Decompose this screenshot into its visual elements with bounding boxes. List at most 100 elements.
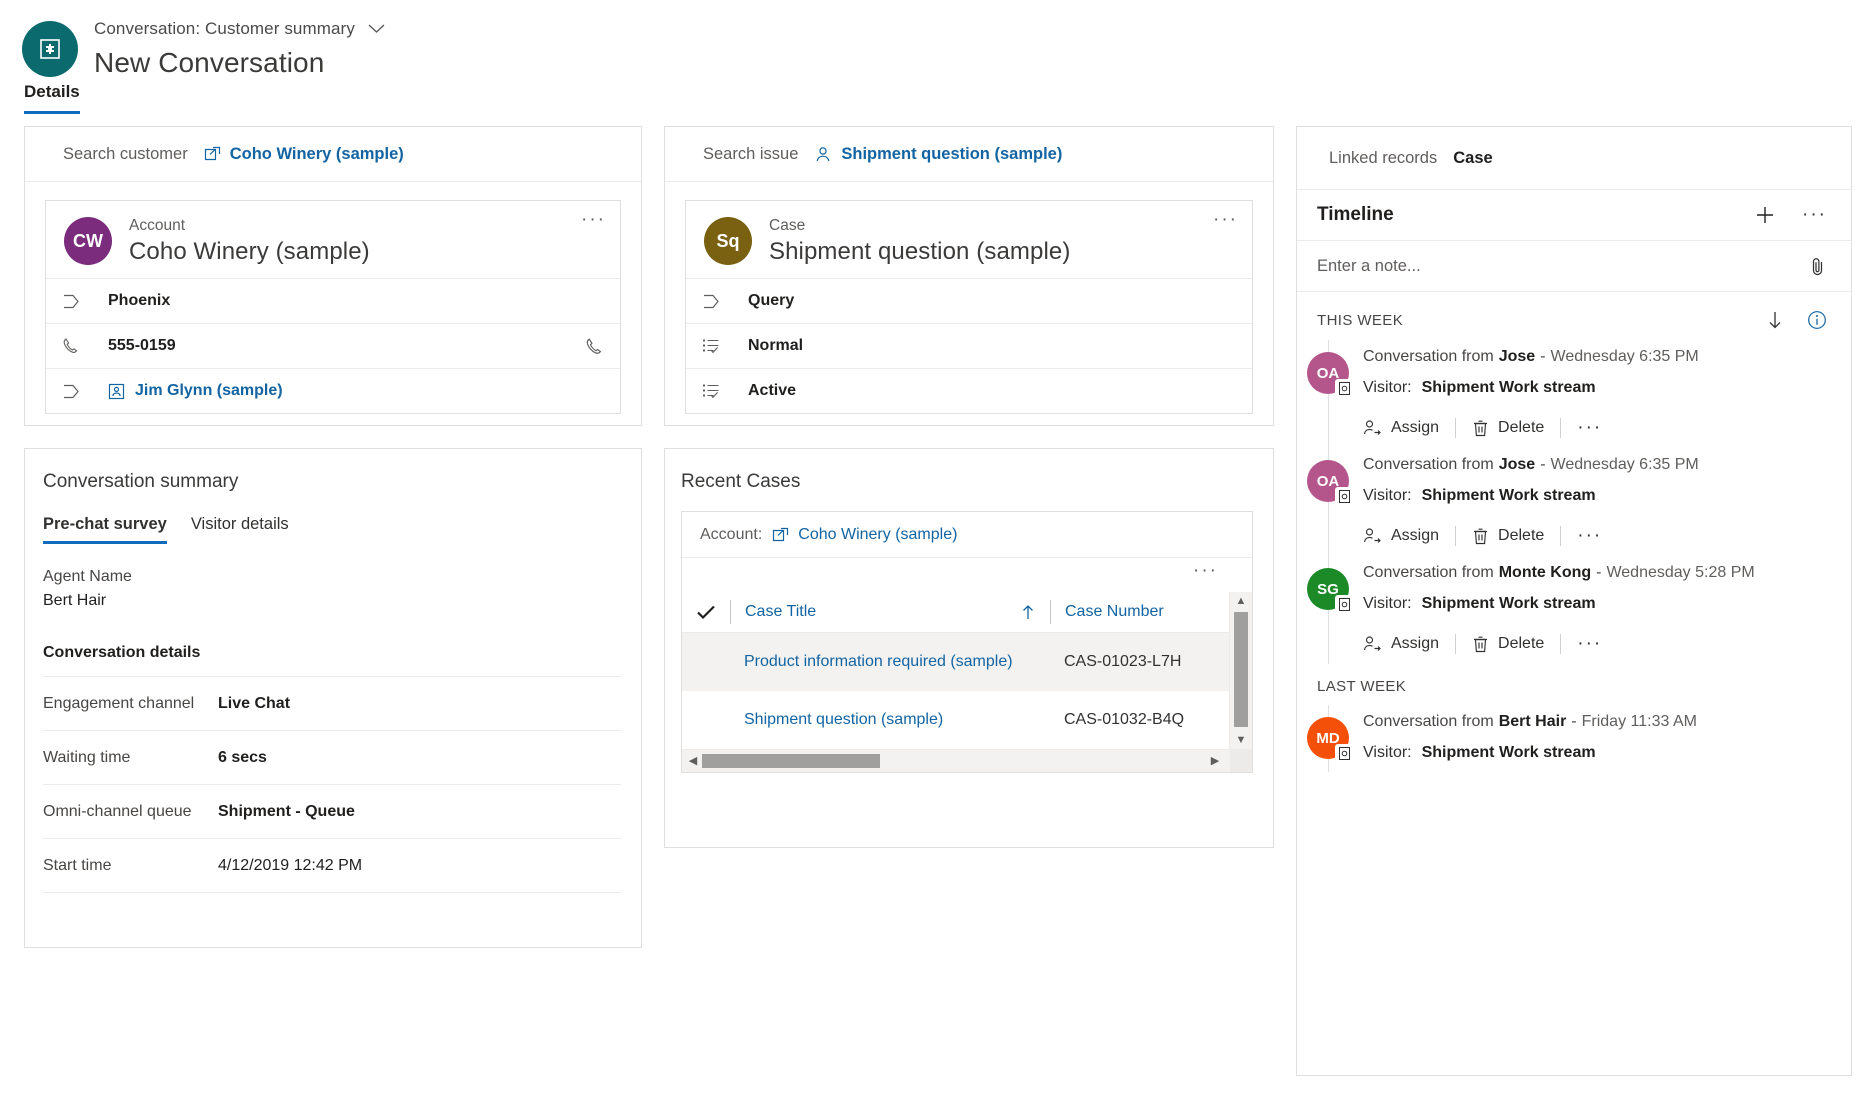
record-type-selector[interactable]: Conversation: Customer summary [94, 18, 385, 40]
timeline-item-overflow-button[interactable]: ··· [1577, 639, 1602, 649]
timeline-item-actions: Assign Delete ··· [1363, 634, 1831, 654]
timeline-item-field-value: Shipment Work stream [1422, 487, 1596, 505]
assign-button[interactable]: Assign [1363, 527, 1439, 545]
conversation-icon [22, 21, 78, 77]
grid-account-filter: Account: Coho Winery (sample) [682, 512, 1252, 558]
detail-value: 6 secs [218, 749, 267, 767]
timeline-item-author: Jose [1499, 348, 1535, 366]
left-column: Search customer Coho Winery (sample) CW [24, 126, 642, 1091]
timeline-item-timestamp: Friday 11:33 AM [1582, 713, 1697, 731]
timeline-item-field-value: Shipment Work stream [1422, 744, 1596, 762]
linked-records-value[interactable]: Case [1453, 149, 1492, 168]
timeline-item-timestamp: Wednesday 6:35 PM [1551, 348, 1699, 366]
grid-vertical-scrollbar[interactable]: ▲ ▼ [1229, 592, 1252, 749]
account-city-value: Phoenix [108, 292, 170, 310]
scroll-left-arrow[interactable]: ◀ [684, 750, 702, 772]
list-item: OA Conversation from Jose - Wedne [1297, 340, 1851, 448]
delete-button[interactable]: Delete [1472, 527, 1544, 545]
scroll-up-arrow[interactable]: ▲ [1230, 595, 1252, 607]
note-input-row[interactable]: Enter a note... [1297, 241, 1851, 292]
cell-case-title[interactable]: Product information required (sample) [730, 653, 1064, 671]
middle-column: Search issue Shipment question (sample) … [664, 126, 1274, 1091]
grid-account-text: Coho Winery (sample) [798, 526, 957, 544]
subtab-visitor-details[interactable]: Visitor details [191, 515, 289, 544]
horizontal-scroll-thumb[interactable] [702, 754, 880, 768]
phone-icon [62, 337, 92, 355]
scroll-right-arrow[interactable]: ▶ [1206, 750, 1224, 772]
delete-button[interactable]: Delete [1472, 635, 1544, 653]
info-icon[interactable] [1807, 310, 1827, 330]
scroll-down-arrow[interactable]: ▼ [1230, 734, 1252, 746]
grid-horizontal-scrollbar[interactable]: ◀ ▶ [682, 749, 1252, 772]
assign-user-icon [1363, 635, 1382, 653]
checkmark-icon[interactable] [682, 604, 730, 620]
page-header: Conversation: Customer summary New Conve… [0, 0, 1875, 82]
case-card-overflow-button[interactable]: ··· [1213, 213, 1238, 227]
account-entity-type: Account [129, 217, 370, 234]
grid-header-row: Case Title Case Number [682, 592, 1229, 633]
header-text-block: Conversation: Customer summary New Conve… [94, 18, 385, 79]
case-entity-type: Case [769, 217, 1070, 234]
case-attribute-priority: Normal [686, 323, 1252, 368]
timeline-item-field: Visitor: Shipment Work stream [1363, 595, 1831, 613]
chevron-down-icon[interactable] [368, 24, 385, 34]
plus-icon[interactable] [1754, 204, 1776, 226]
timeline-item-title: Conversation from Jose - Wednesday 6:35 … [1363, 456, 1831, 474]
paperclip-icon[interactable] [1809, 256, 1827, 276]
account-primary-contact-link[interactable]: Jim Glynn (sample) [108, 382, 283, 400]
assign-button[interactable]: Assign [1363, 419, 1439, 437]
column-header-case-number[interactable]: Case Number [1050, 600, 1229, 624]
cell-case-number: CAS-01032-B4Q [1064, 711, 1229, 729]
timeline-item-overflow-button[interactable]: ··· [1577, 531, 1602, 541]
timeline-item-prefix: Conversation from [1363, 348, 1494, 366]
avatar-initials: Sq [716, 231, 739, 252]
app-root: Conversation: Customer summary New Conve… [0, 0, 1875, 1103]
subtab-pre-chat-survey[interactable]: Pre-chat survey [43, 515, 167, 544]
search-issue-row: Search issue Shipment question (sample) [665, 127, 1273, 182]
timeline-item-title: Conversation from Monte Kong - Wednesday… [1363, 564, 1831, 582]
timeline-item-field: Visitor: Shipment Work stream [1363, 379, 1831, 397]
assign-label: Assign [1391, 419, 1439, 437]
note-input-placeholder: Enter a note... [1317, 257, 1809, 276]
account-card-overflow-button[interactable]: ··· [581, 213, 606, 227]
grid-account-link[interactable]: Coho Winery (sample) [772, 526, 957, 544]
assign-label: Assign [1391, 527, 1439, 545]
table-row[interactable]: Product information required (sample) CA… [682, 633, 1229, 691]
timeline-item-body: Conversation from Bert Hair - Friday 11:… [1363, 713, 1851, 762]
table-row[interactable]: Shipment question (sample) CAS-01032-B4Q [682, 691, 1229, 749]
divider [1455, 634, 1456, 654]
conversation-badge-icon [1335, 379, 1354, 398]
timeline-item-overflow-button[interactable]: ··· [1577, 423, 1602, 433]
column-header-case-title[interactable]: Case Title [730, 600, 1050, 624]
account-attribute-city: Phoenix [46, 278, 620, 323]
case-card-header: Sq Case Shipment question (sample) ··· [686, 201, 1252, 278]
assign-button[interactable]: Assign [1363, 635, 1439, 653]
search-issue-value[interactable]: Shipment question (sample) [814, 145, 1062, 164]
call-icon[interactable] [585, 337, 604, 356]
timeline-items-last-week: MD Conversation from Bert Hair - [1297, 705, 1851, 772]
timeline-item-actions: Assign Delete ··· [1363, 418, 1831, 438]
agent-name-value: Bert Hair [43, 592, 641, 610]
sort-down-arrow[interactable] [1767, 310, 1783, 330]
delete-button[interactable]: Delete [1472, 419, 1544, 437]
timeline-item-field-label: Visitor: [1363, 595, 1412, 613]
timeline-item-prefix: Conversation from [1363, 456, 1494, 474]
conversation-summary-subtabs: Pre-chat survey Visitor details [25, 493, 641, 544]
cell-case-title[interactable]: Shipment question (sample) [730, 711, 1064, 729]
timeline-item-author: Monte Kong [1499, 564, 1591, 582]
grid-toolbar: ··· [682, 558, 1252, 592]
assign-label: Assign [1391, 635, 1439, 653]
grid-overflow-button[interactable]: ··· [1193, 564, 1218, 578]
more-icon[interactable]: ··· [1802, 210, 1827, 220]
timeline-item-title: Conversation from Bert Hair - Friday 11:… [1363, 713, 1831, 731]
list-item: OA Conversation from Jose - Wedne [1297, 448, 1851, 556]
tab-details[interactable]: Details [24, 82, 80, 114]
priority-icon [702, 383, 732, 399]
timeline-title: Timeline [1317, 204, 1728, 226]
scrollbar-corner [1230, 750, 1252, 772]
avatar-wrap: MD [1307, 717, 1351, 761]
search-customer-value[interactable]: Coho Winery (sample) [204, 145, 404, 164]
account-attribute-contact: Jim Glynn (sample) [46, 368, 620, 413]
assign-user-icon [1363, 527, 1382, 545]
vertical-scroll-thumb[interactable] [1234, 612, 1248, 727]
